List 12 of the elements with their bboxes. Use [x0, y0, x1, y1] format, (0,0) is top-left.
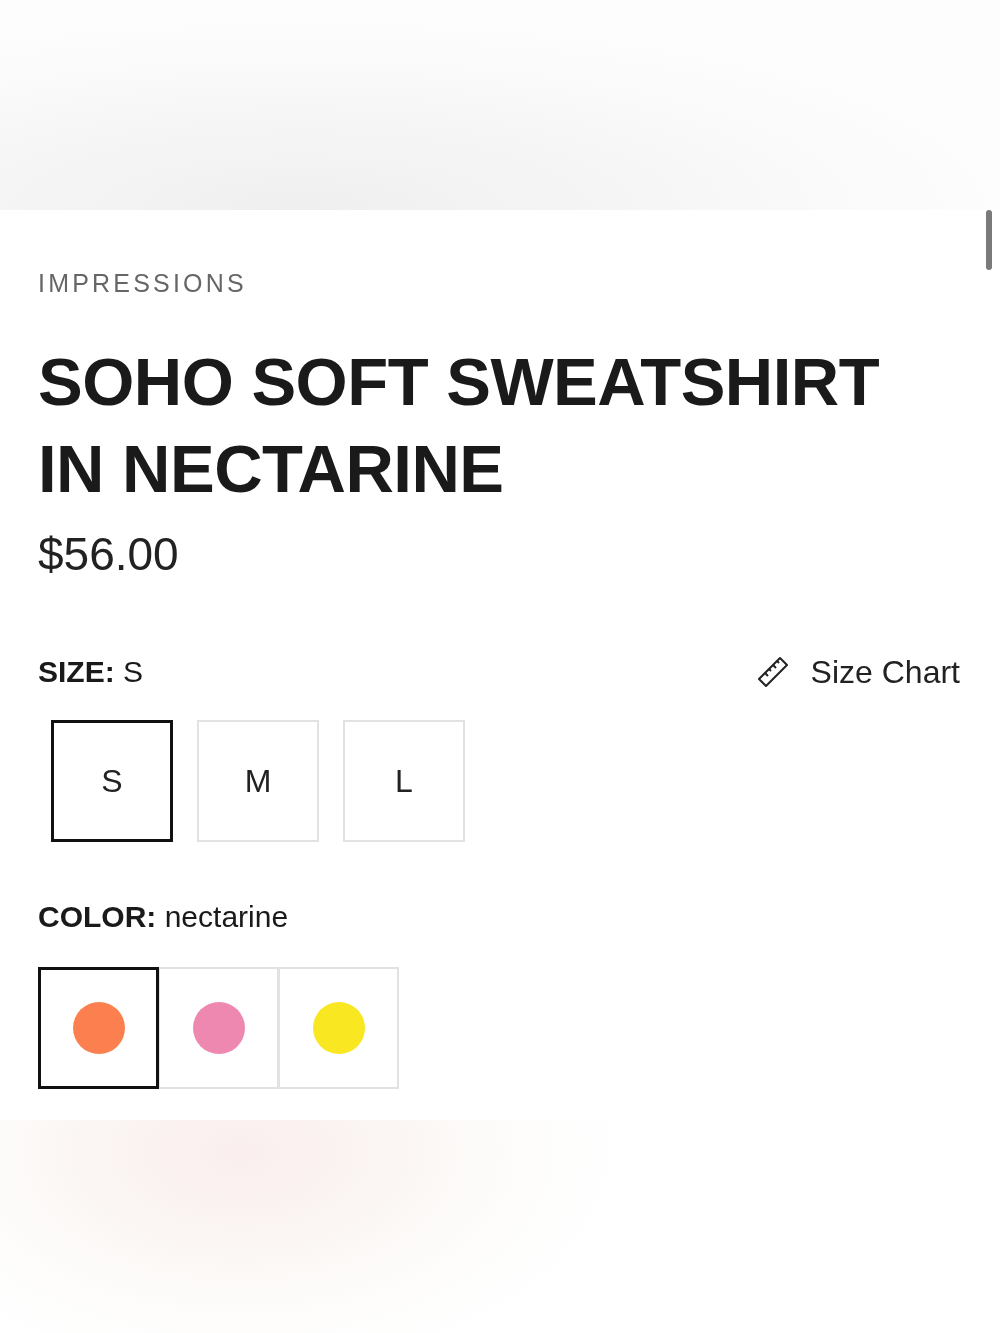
size-label: SIZE: S: [38, 654, 144, 690]
brand-name: IMPRESSIONS: [38, 268, 248, 298]
product-title: SOHO SOFT SWEATSHIRT IN NECTARINE: [38, 343, 881, 508]
scrollbar-thumb[interactable]: [986, 210, 992, 270]
size-option[interactable]: S: [51, 720, 173, 842]
color-label: COLOR: nectarine: [38, 900, 289, 933]
color-swatch[interactable]: [38, 967, 159, 1089]
ruler-icon: [756, 656, 789, 688]
size-option[interactable]: L: [343, 720, 465, 842]
size-chart-link[interactable]: Size Chart: [756, 653, 960, 691]
size-option[interactable]: M: [197, 720, 319, 842]
product-price: $56.00: [38, 527, 180, 582]
